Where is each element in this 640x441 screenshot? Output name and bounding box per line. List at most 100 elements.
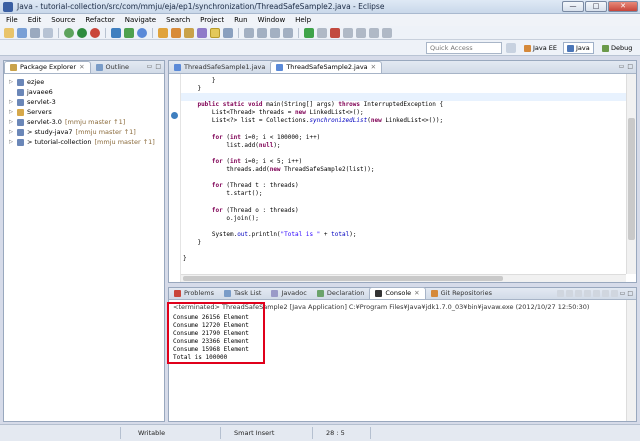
tree-item[interactable]: ▷ > study-java7 [mmju master ↑1] xyxy=(8,127,155,137)
expand-arrow-icon[interactable]: ▷ xyxy=(8,137,14,147)
code-line[interactable]: } xyxy=(183,85,443,93)
tab-declaration[interactable]: Declaration xyxy=(312,287,369,299)
perspective-debug[interactable]: Debug xyxy=(598,42,636,54)
resume-icon[interactable] xyxy=(304,27,314,38)
print-icon[interactable] xyxy=(43,27,53,38)
annotation-icon[interactable] xyxy=(197,27,207,38)
back-icon[interactable] xyxy=(270,27,280,38)
open-perspective-icon[interactable] xyxy=(506,43,516,53)
new-file-icon[interactable] xyxy=(4,27,14,38)
run-icon[interactable] xyxy=(77,27,87,38)
prev-annotation-icon[interactable] xyxy=(257,27,267,38)
code-line[interactable]: List<Thread> threads = new LinkedList<>(… xyxy=(183,109,443,117)
suspend-icon[interactable] xyxy=(317,27,327,38)
menu-navigate[interactable]: Navigate xyxy=(125,16,156,24)
minimize-view-icon[interactable]: ▭ xyxy=(619,63,625,70)
step-return-icon[interactable] xyxy=(382,27,392,38)
tab-threadsafesample2[interactable]: ThreadSafeSample2.java ✕ xyxy=(270,61,383,73)
scroll-lock-icon[interactable] xyxy=(583,290,591,297)
menu-run[interactable]: Run xyxy=(234,16,247,24)
maximize-view-icon[interactable]: □ xyxy=(155,63,161,70)
remove-launch-icon[interactable] xyxy=(565,290,573,297)
menu-search[interactable]: Search xyxy=(166,16,190,24)
terminate-icon[interactable] xyxy=(556,290,564,297)
tab-console[interactable]: Console ✕ xyxy=(369,287,426,299)
tree-item[interactable]: ▷ servlet-3.0 [mmju master ↑1] xyxy=(8,117,155,127)
menu-refactor[interactable]: Refactor xyxy=(85,16,114,24)
editor-vertical-scrollbar[interactable] xyxy=(626,74,636,274)
code-line[interactable]: list.add(null); xyxy=(183,142,443,150)
menu-window[interactable]: Window xyxy=(258,16,286,24)
tree-item[interactable]: ▷ > tutorial-collection [mmju master ↑1] xyxy=(8,137,155,147)
code-line[interactable]: for (int i=0; i < 5; i++) xyxy=(183,158,443,166)
editor-ruler[interactable] xyxy=(169,74,181,282)
code-line[interactable] xyxy=(183,150,443,158)
open-type-icon[interactable] xyxy=(158,27,168,38)
menu-file[interactable]: File xyxy=(6,16,18,24)
code-line[interactable]: List<?> list = Collections.synchronizedL… xyxy=(183,117,443,125)
code-line[interactable] xyxy=(183,126,443,134)
tab-git-repositories[interactable]: Git Repositories xyxy=(426,287,497,299)
code-line[interactable]: for (int i=0; i < 100000; i++) xyxy=(183,134,443,142)
save-icon[interactable] xyxy=(17,27,27,38)
tab-javadoc[interactable]: Javadoc xyxy=(266,287,311,299)
new-java-project-icon[interactable] xyxy=(111,27,121,38)
tab-package-explorer[interactable]: Package Explorer ✕ xyxy=(4,61,91,73)
next-annotation-icon[interactable] xyxy=(244,27,254,38)
display-console-icon[interactable] xyxy=(601,290,609,297)
terminate-icon[interactable] xyxy=(330,27,340,38)
tree-item[interactable]: ▷ servlet-3 xyxy=(8,97,155,107)
close-button[interactable]: ✕ xyxy=(608,1,638,12)
open-console-icon[interactable] xyxy=(610,290,618,297)
step-into-icon[interactable] xyxy=(356,27,366,38)
scrollbar-thumb[interactable] xyxy=(628,118,635,240)
toggle-mark-icon[interactable] xyxy=(184,27,194,38)
debug-icon[interactable] xyxy=(64,27,74,38)
tree-item[interactable]: ▷ Servers xyxy=(8,107,155,117)
minimize-view-icon[interactable]: ▭ xyxy=(147,63,153,70)
code-line[interactable]: threads.add(new ThreadSafeSample2(list))… xyxy=(183,166,443,174)
code-line[interactable]: } xyxy=(183,77,443,85)
show-whitespace-icon[interactable] xyxy=(223,27,233,38)
perspective-java-ee[interactable]: Java EE xyxy=(520,42,561,54)
close-tab-icon[interactable]: ✕ xyxy=(371,62,376,73)
tab-threadsafesample1[interactable]: ThreadSafeSample1.java xyxy=(169,61,270,73)
forward-icon[interactable] xyxy=(283,27,293,38)
editor-horizontal-scrollbar[interactable] xyxy=(181,274,626,282)
code-line[interactable]: System.out.println("Total is " + total); xyxy=(183,231,443,239)
code-line[interactable]: } xyxy=(183,255,443,263)
code-line[interactable] xyxy=(183,247,443,255)
code-line[interactable] xyxy=(183,198,443,206)
code-area[interactable]: } } public static void main(String[] arg… xyxy=(183,77,443,263)
code-line[interactable] xyxy=(183,174,443,182)
scrollbar-thumb[interactable] xyxy=(183,276,503,281)
minimize-view-icon[interactable]: ▭ xyxy=(620,290,626,297)
search-icon[interactable] xyxy=(171,27,181,38)
close-tab-icon[interactable]: ✕ xyxy=(414,288,419,299)
close-tab-icon[interactable]: ✕ xyxy=(79,62,84,73)
save-all-icon[interactable] xyxy=(30,27,40,38)
expand-arrow-icon[interactable]: ▷ xyxy=(8,127,14,137)
code-line[interactable]: public static void main(String[] args) t… xyxy=(183,101,443,109)
code-line[interactable] xyxy=(183,223,443,231)
external-tools-icon[interactable] xyxy=(90,27,100,38)
new-class-icon[interactable] xyxy=(137,27,147,38)
menu-help[interactable]: Help xyxy=(295,16,311,24)
clear-console-icon[interactable] xyxy=(574,290,582,297)
new-package-icon[interactable] xyxy=(124,27,134,38)
disconnect-icon[interactable] xyxy=(343,27,353,38)
code-line[interactable]: for (Thread t : threads) xyxy=(183,182,443,190)
maximize-view-icon[interactable]: □ xyxy=(627,290,633,297)
menu-edit[interactable]: Edit xyxy=(28,16,42,24)
code-line[interactable]: for (Thread o : threads) xyxy=(183,207,443,215)
maximize-view-icon[interactable]: □ xyxy=(627,63,633,70)
expand-arrow-icon[interactable]: ▷ xyxy=(8,117,14,127)
quick-access-input[interactable]: Quick Access xyxy=(426,42,502,54)
tab-task-list[interactable]: Task List xyxy=(219,287,266,299)
console-vertical-scrollbar[interactable] xyxy=(626,300,636,421)
highlight-icon[interactable] xyxy=(210,27,220,38)
tab-outline[interactable]: Outline xyxy=(91,61,135,73)
maximize-button[interactable]: □ xyxy=(585,1,607,12)
menu-project[interactable]: Project xyxy=(200,16,224,24)
menu-source[interactable]: Source xyxy=(51,16,75,24)
